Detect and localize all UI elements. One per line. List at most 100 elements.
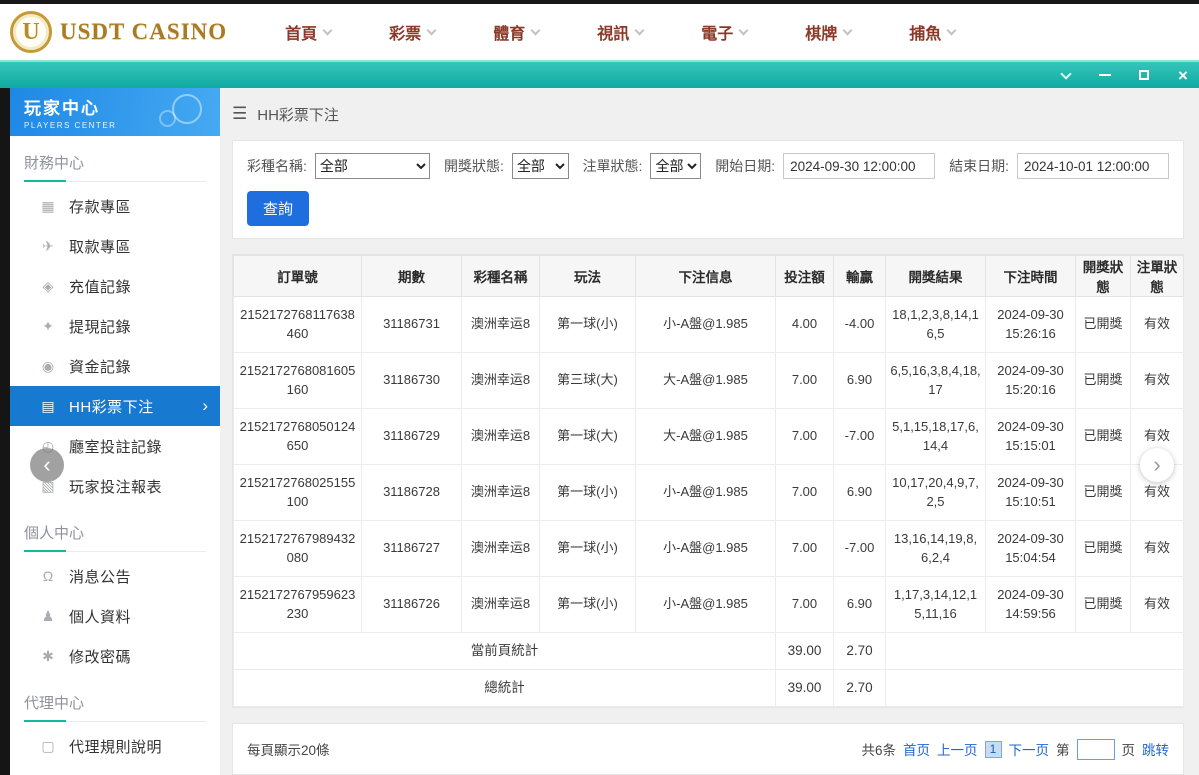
sidebar-item-hh-lottery-bet[interactable]: ▤ HH彩票下注 › [10, 386, 220, 426]
next-page-link[interactable]: 下一页 [1009, 739, 1050, 759]
table-cell: 6.90 [833, 576, 886, 633]
sidebar-item-withdraw-record[interactable]: ✦提現記錄› [10, 306, 220, 346]
column-header: 下注信息 [635, 255, 776, 297]
sidebar-item-label: 玩家投注報表 [69, 478, 163, 496]
table-cell: 6.90 [833, 464, 886, 521]
nav-item-label: 電子 [701, 26, 734, 43]
table-cell: 2024-09-30 15:10:51 [985, 464, 1076, 521]
collapse-sidebar-button[interactable]: ‹ [30, 448, 64, 482]
table-cell: 已開獎 [1075, 408, 1131, 465]
table-cell: 小-A盤@1.985 [635, 296, 776, 353]
order-status-select[interactable]: 全部 [650, 153, 702, 179]
start-date-input[interactable] [783, 153, 936, 179]
sidebar-item-withdraw[interactable]: ✈取款專區› [10, 226, 220, 266]
prev-page-link[interactable]: 上一页 [937, 739, 978, 759]
minimize-icon[interactable] [1097, 67, 1113, 83]
table-cell: 7.00 [775, 520, 834, 577]
next-page-arrow-button[interactable]: › [1140, 448, 1174, 482]
sidebar-item-profile[interactable]: ♟個人資料› [10, 596, 220, 636]
jump-button[interactable]: 跳转 [1142, 739, 1169, 759]
recharge-record-icon: ◈ [42, 277, 54, 294]
logo[interactable]: U USDT CASINO [10, 11, 227, 53]
table-cell: 有效 [1130, 520, 1184, 577]
sidebar-item-label: 資金記錄 [69, 358, 132, 376]
table-cell: 2152172768050124650 [233, 408, 362, 465]
lottery-name-select[interactable]: 全部 [314, 153, 431, 179]
table-cell: 2152172767959623230 [233, 576, 362, 633]
maximize-icon[interactable] [1136, 67, 1152, 83]
nav-item-1[interactable]: 首頁 [285, 20, 333, 44]
draw-status-select[interactable]: 全部 [511, 153, 569, 179]
chevron-down-icon [530, 25, 541, 35]
summary-bet-total: 39.00 [775, 632, 834, 670]
table-cell: 澳洲幸运8 [461, 296, 540, 353]
nav-item-label: 首頁 [285, 26, 318, 43]
first-page-link[interactable]: 首页 [903, 739, 930, 759]
table-cell: 7.00 [775, 464, 834, 521]
summary-row: 當前頁統計 39.00 2.70 [233, 632, 1184, 670]
table-cell: 第一球(小) [539, 576, 636, 633]
bet-table-card: 訂單號 期數 彩種名稱 玩法 下注信息 投注額 輸贏 開獎結果 下注時間 開獎狀態 注單狀態 215… [232, 254, 1184, 708]
column-header: 下注時間 [985, 255, 1076, 297]
sidebar-item-password[interactable]: ✱修改密碼› [10, 636, 220, 676]
nav-item-label: 捕魚 [909, 26, 942, 43]
summary-win-total: 2.70 [833, 632, 886, 670]
search-button[interactable]: 查詢 [247, 191, 310, 226]
table-cell: -7.00 [833, 408, 886, 465]
sidebar-item-deposit[interactable]: ▦存款專區› [10, 186, 220, 226]
top-navigation: U USDT CASINO 首頁 彩票 體育 視訊 電子 棋牌 捕魚 [0, 4, 1199, 60]
table-cell: 有效 [1130, 352, 1184, 409]
column-header: 彩種名稱 [461, 255, 540, 297]
table-cell: 澳洲幸运8 [461, 464, 540, 521]
sidebar-item-label: 個人資料 [69, 608, 132, 626]
nav-item-6[interactable]: 棋牌 [805, 20, 853, 44]
nav-item-label: 棋牌 [805, 26, 838, 43]
table-cell: 2152172768081605160 [233, 352, 362, 409]
close-icon[interactable]: × [1175, 67, 1191, 84]
table-cell: 2024-09-30 15:26:16 [985, 296, 1076, 353]
table-cell: 已開獎 [1075, 464, 1131, 521]
end-date-input[interactable] [1017, 153, 1169, 179]
nav-item-3[interactable]: 體育 [493, 20, 541, 44]
filter-panel: 彩種名稱: 全部 開獎狀態: 全部 注單狀態: 全部 開始日期: 結束日期: 查… [232, 140, 1184, 239]
table-cell: 第一球(大) [539, 408, 636, 465]
sidebar-item-fund-record[interactable]: ◉資金記錄› [10, 346, 220, 386]
chevron-down-icon [322, 25, 333, 35]
section-title: 個人中心 [24, 522, 206, 552]
table-cell: 7.00 [775, 408, 834, 465]
breadcrumb: ☰ HH彩票下注 [232, 88, 1184, 140]
pager: 共6条 首页 上一页 1 下一页 第 页 跳转 [861, 738, 1169, 760]
withdraw-record-icon: ✦ [42, 317, 54, 334]
table-cell: -7.00 [833, 520, 886, 577]
chevron-down-icon [738, 25, 749, 35]
column-header: 開獎狀態 [1075, 255, 1131, 297]
main-content: ☰ HH彩票下注 彩種名稱: 全部 開獎狀態: 全部 注單狀態: 全部 開始日期… [220, 88, 1199, 775]
table-cell: 7.00 [775, 352, 834, 409]
table-cell: 6.90 [833, 352, 886, 409]
table-cell: 4.00 [775, 296, 834, 353]
nav-item-2[interactable]: 彩票 [389, 20, 437, 44]
sidebar-item-recharge-record[interactable]: ◈充值記錄› [10, 266, 220, 306]
column-header: 投注額 [775, 255, 834, 297]
table-cell: 2024-09-30 15:20:16 [985, 352, 1076, 409]
collapse-chevron-icon[interactable] [1058, 67, 1074, 83]
table-cell: 已開獎 [1075, 352, 1131, 409]
jump-page-input[interactable] [1076, 738, 1115, 760]
section-title: 代理中心 [24, 692, 206, 722]
summary-label: 當前頁統計 [233, 632, 776, 670]
column-header: 注單狀態 [1130, 255, 1184, 297]
nav-item-4[interactable]: 視訊 [597, 20, 645, 44]
sidebar-item-agent-rules[interactable]: ▢代理規則說明› [10, 726, 220, 766]
start-date-label: 開始日期: [715, 158, 776, 174]
table-cell: 2024-09-30 14:59:56 [985, 576, 1076, 633]
table-cell: 31186728 [361, 464, 462, 521]
nav-item-7[interactable]: 捕魚 [909, 20, 957, 44]
nav-item-label: 視訊 [597, 26, 630, 43]
menu-toggle-icon[interactable]: ☰ [232, 104, 247, 124]
table-cell: 大-A盤@1.985 [635, 408, 776, 465]
order-status-label: 注單狀態: [582, 158, 643, 174]
pagination-bar: 每頁顯示20條 共6条 首页 上一页 1 下一页 第 页 跳转 [232, 723, 1184, 775]
nav-item-5[interactable]: 電子 [701, 20, 749, 44]
sidebar-item-message[interactable]: Ω消息公告› [10, 556, 220, 596]
column-header: 玩法 [539, 255, 636, 297]
